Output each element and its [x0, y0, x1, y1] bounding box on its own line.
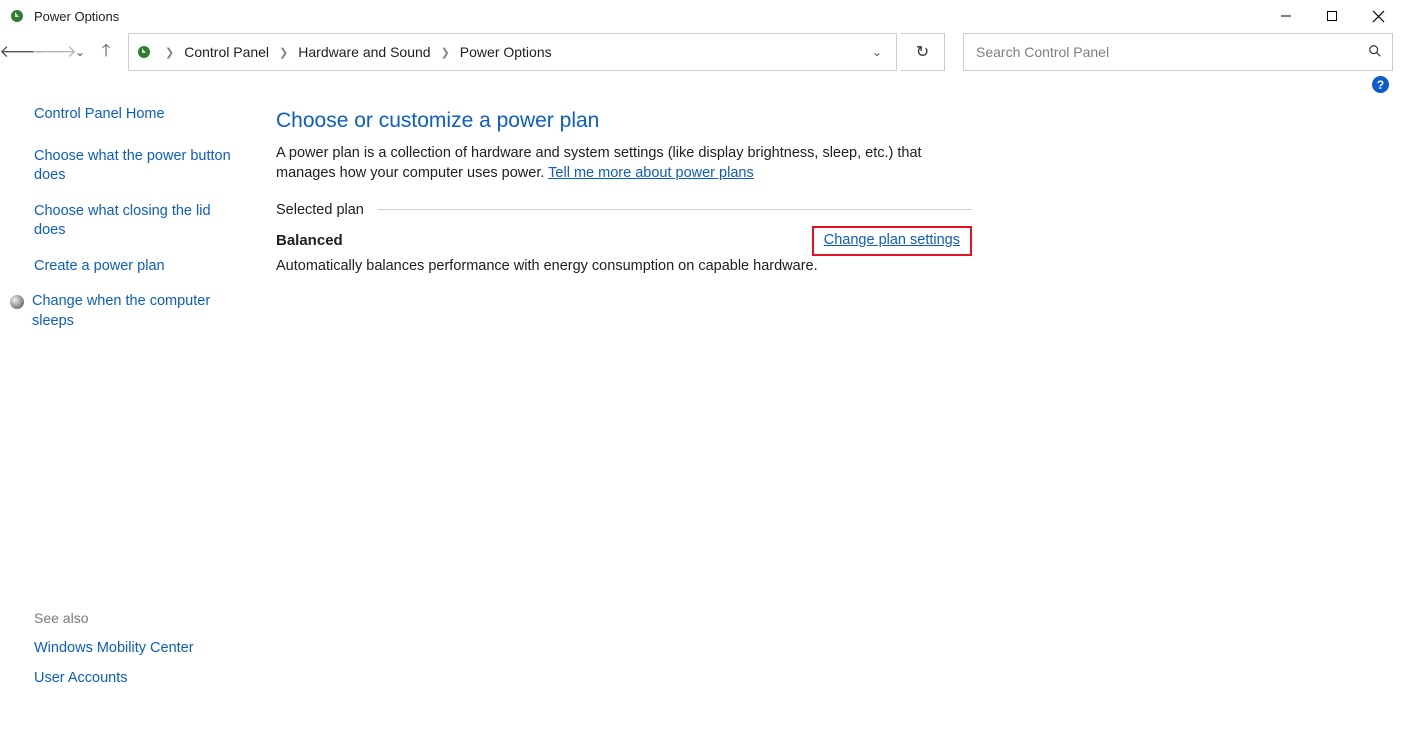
window-controls [1263, 0, 1401, 32]
search-icon[interactable] [1368, 44, 1382, 61]
selected-plan-section: Selected plan [276, 202, 972, 218]
see-also-label: See also [34, 610, 236, 626]
see-also-mobility-center[interactable]: Windows Mobility Center [34, 640, 236, 656]
search-input[interactable] [974, 43, 1368, 61]
power-options-icon [8, 7, 26, 25]
breadcrumb-item[interactable]: Power Options [456, 44, 556, 60]
address-bar[interactable]: ❯ Control Panel ❯ Hardware and Sound ❯ P… [128, 33, 897, 71]
maximize-button[interactable] [1309, 0, 1355, 32]
breadcrumb-separator: ❯ [159, 46, 180, 59]
up-button[interactable]: 🡑 [92, 38, 120, 66]
change-plan-settings-link[interactable]: Change plan settings [812, 226, 972, 256]
plan-name: Balanced [276, 232, 343, 249]
sidebar-link-power-button[interactable]: Choose what the power button does [34, 147, 236, 186]
breadcrumb-separator: ❯ [273, 46, 294, 59]
search-box[interactable] [963, 33, 1393, 71]
breadcrumb-item[interactable]: Hardware and Sound [294, 44, 434, 60]
toolbar: 🡐 🡒 ⌄ 🡑 ❯ Control Panel ❯ Hardware and S… [0, 32, 1401, 72]
see-also-section: See also Windows Mobility Center User Ac… [34, 610, 236, 710]
breadcrumb-item[interactable]: Control Panel [180, 44, 273, 60]
sidebar-link-create-plan[interactable]: Create a power plan [34, 257, 236, 277]
window-title: Power Options [34, 9, 119, 24]
help-icon[interactable]: ? [1372, 76, 1389, 93]
see-also-user-accounts[interactable]: User Accounts [34, 670, 236, 686]
divider [378, 209, 972, 210]
forward-button[interactable]: 🡒 [40, 38, 68, 66]
plan-description: Automatically balances performance with … [276, 258, 972, 274]
breadcrumb-separator: ❯ [435, 46, 456, 59]
close-button[interactable] [1355, 0, 1401, 32]
titlebar: Power Options [0, 0, 1401, 32]
selected-plan-label: Selected plan [276, 202, 378, 218]
address-dropdown[interactable]: ⌄ [864, 45, 890, 59]
sidebar-link-change-sleep[interactable]: Change when the computer sleeps [32, 292, 236, 331]
tell-me-more-link[interactable]: Tell me more about power plans [548, 165, 754, 181]
page-heading: Choose or customize a power plan [276, 109, 972, 133]
power-options-icon [135, 43, 153, 61]
history-dropdown[interactable]: ⌄ [72, 45, 88, 59]
control-panel-home-link[interactable]: Control Panel Home [34, 105, 236, 125]
minimize-button[interactable] [1263, 0, 1309, 32]
bullet-icon [10, 295, 24, 309]
main-content: Choose or customize a power plan A power… [256, 93, 996, 722]
refresh-button[interactable]: ↻ [901, 33, 945, 71]
sidebar: Control Panel Home Choose what the power… [0, 93, 256, 722]
sidebar-link-closing-lid[interactable]: Choose what closing the lid does [34, 202, 236, 241]
page-description: A power plan is a collection of hardware… [276, 143, 972, 184]
